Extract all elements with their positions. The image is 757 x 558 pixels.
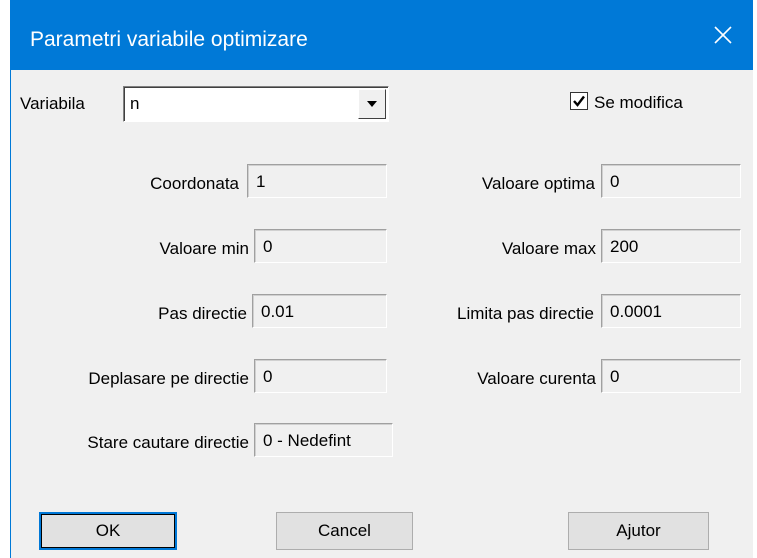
variabila-select[interactable]: n bbox=[123, 86, 389, 122]
coordonata-label: Coordonata bbox=[150, 174, 239, 193]
stare-cautare-directie-label: Stare cautare directie bbox=[87, 433, 249, 452]
se-modifica-label: Se modifica bbox=[594, 93, 683, 112]
chevron-down-icon bbox=[367, 101, 377, 107]
cancel-button[interactable]: Cancel bbox=[276, 512, 413, 550]
valoare-optima-field[interactable]: 0 bbox=[601, 164, 741, 198]
title-bar[interactable]: Parametri variabile optimizare bbox=[10, 0, 753, 70]
ok-button[interactable]: OK bbox=[39, 512, 177, 550]
deplasare-pe-directie-label: Deplasare pe directie bbox=[88, 369, 249, 388]
close-icon bbox=[714, 26, 732, 44]
pas-directie-field[interactable]: 0.01 bbox=[252, 294, 387, 328]
valoare-optima-label: Valoare optima bbox=[481, 174, 595, 193]
valoare-max-label: Valoare max bbox=[501, 239, 596, 258]
se-modifica-checkbox[interactable] bbox=[570, 92, 588, 110]
limita-pas-directie-field[interactable]: 0.0001 bbox=[601, 294, 741, 328]
deplasare-pe-directie-field[interactable]: 0 bbox=[254, 359, 387, 393]
close-button[interactable] bbox=[693, 0, 753, 70]
valoare-curenta-field[interactable]: 0 bbox=[601, 359, 741, 393]
stare-cautare-directie-field[interactable]: 0 - Nedefint bbox=[254, 423, 393, 457]
help-button[interactable]: Ajutor bbox=[568, 512, 709, 550]
valoare-min-field[interactable]: 0 bbox=[254, 229, 387, 263]
variabila-value: n bbox=[130, 94, 140, 113]
variabila-dropdown-button[interactable] bbox=[358, 89, 386, 119]
coordonata-field[interactable]: 1 bbox=[247, 164, 387, 198]
window-title: Parametri variabile optimizare bbox=[30, 28, 308, 51]
dialog-window: Parametri variabile optimizare Variabila… bbox=[10, 0, 753, 558]
valoare-max-field[interactable]: 200 bbox=[601, 229, 741, 263]
valoare-curenta-label: Valoare curenta bbox=[477, 369, 596, 388]
checkmark-icon bbox=[573, 95, 585, 107]
limita-pas-directie-label: Limita pas directie bbox=[456, 304, 594, 323]
pas-directie-label: Pas directie bbox=[158, 304, 247, 323]
dialog-body: Variabila n Se modifica Coordonata 1 Val… bbox=[10, 70, 753, 558]
variabila-label: Variabila bbox=[20, 94, 85, 113]
valoare-min-label: Valoare min bbox=[159, 239, 249, 258]
